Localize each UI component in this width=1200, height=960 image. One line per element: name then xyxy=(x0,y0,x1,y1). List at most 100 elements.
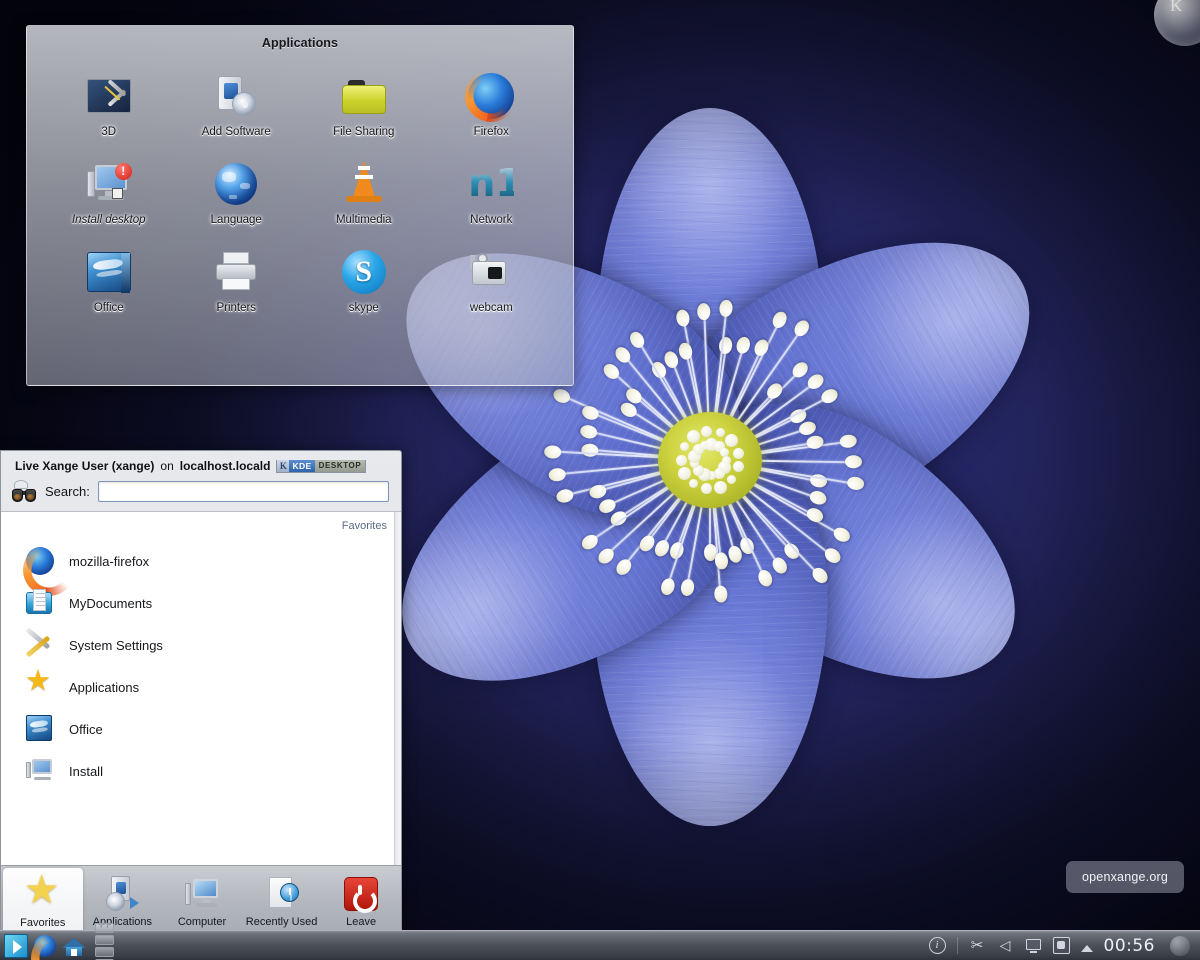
folderview-title: Applications xyxy=(27,26,573,50)
taskbar: i ✂ ◁ 00:56 xyxy=(0,930,1200,960)
folderview-applications[interactable]: Applications 3D Add Software File Sharing F… xyxy=(26,25,574,386)
favorites-item[interactable]: Install xyxy=(1,750,401,792)
display-icon[interactable] xyxy=(1025,937,1042,954)
folderview-item[interactable]: n1 Network xyxy=(428,160,556,226)
folderview-item-label: Add Software xyxy=(202,126,271,138)
install-desktop-icon: ! xyxy=(85,160,133,208)
folderview-item-label: Printers xyxy=(216,302,256,314)
firefox-icon xyxy=(467,72,515,120)
applications-icon xyxy=(103,875,141,913)
favorites-item-label: MyDocuments xyxy=(69,596,152,611)
pager-desktop[interactable] xyxy=(95,923,114,933)
system-tray: i ✂ ◁ 00:56 xyxy=(929,936,1200,956)
kickoff-tab-leave[interactable]: Leave xyxy=(321,866,401,937)
folderview-item-label: Network xyxy=(470,214,512,226)
globe-icon xyxy=(212,160,260,208)
desktop-pager[interactable] xyxy=(91,923,133,960)
volume-speaker-icon[interactable]: ◁ xyxy=(997,937,1014,954)
pager-desktop[interactable] xyxy=(95,935,114,945)
folderview-item[interactable]: Multimedia xyxy=(300,160,428,226)
scrollbar[interactable] xyxy=(394,512,401,865)
kickoff-username: Live Xange User (xange) xyxy=(15,459,154,473)
folderview-item[interactable]: File Sharing xyxy=(300,72,428,138)
folderview-item[interactable]: Language xyxy=(173,160,301,226)
show-hidden-arrow-icon[interactable] xyxy=(1081,945,1093,952)
skype-icon: S xyxy=(340,248,388,296)
kickoff-tab-label: Recently Used xyxy=(246,916,318,928)
folderview-item-label: 3D xyxy=(101,126,116,138)
folderview-item-label: Multimedia xyxy=(336,214,392,226)
folderview-item-label: webcam xyxy=(470,302,513,314)
power-icon xyxy=(342,875,380,913)
favorites-item-label: Applications xyxy=(69,680,139,695)
office-icon xyxy=(25,714,55,744)
favorites-item-label: Office xyxy=(69,722,103,737)
breadcrumb: Favorites xyxy=(1,512,401,536)
klipper-scissors-icon[interactable]: ✂ xyxy=(969,937,986,954)
kde-badge-desktop: DESKTOP xyxy=(315,460,366,472)
kickoff-tab-recently-used[interactable]: Recently Used xyxy=(242,866,322,937)
network-icon: n1 xyxy=(467,160,515,208)
openxange-badge-label: openxange.org xyxy=(1082,870,1168,884)
favorites-item-label: System Settings xyxy=(69,638,163,653)
search-label: Search: xyxy=(45,484,90,499)
binoculars-icon xyxy=(11,480,37,502)
favorites-item[interactable]: mozilla-firefox xyxy=(1,540,401,582)
kickoff-hostname: localhost.locald xyxy=(180,459,271,473)
star-icon xyxy=(25,672,55,702)
folderview-item-label: Firefox xyxy=(474,126,509,138)
install-icon xyxy=(25,756,55,786)
kickoff-header: Live Xange User (xange) on localhost.loc… xyxy=(1,451,401,477)
kickoff-body: Favorites mozilla-firefox MyDocuments Syst… xyxy=(1,512,401,865)
folderview-item[interactable]: Printers xyxy=(173,248,301,314)
kde-logo-icon: K xyxy=(277,460,289,472)
folderview-item-label: File Sharing xyxy=(333,126,394,138)
favorites-item[interactable]: Office xyxy=(1,708,401,750)
folderview-item-label: Language xyxy=(211,214,262,226)
folderview-item[interactable]: Sskype xyxy=(300,248,428,314)
favorites-item-label: mozilla-firefox xyxy=(69,554,149,569)
3d-settings-icon xyxy=(85,72,133,120)
vlc-cone-icon xyxy=(340,160,388,208)
device-notifier-icon[interactable] xyxy=(1053,937,1070,954)
computer-icon xyxy=(183,875,221,913)
favorites-item[interactable]: Applications xyxy=(1,666,401,708)
kickoff-tab-label: Leave xyxy=(346,916,376,928)
tools-icon xyxy=(25,630,55,660)
folderview-grid: 3D Add Software File Sharing Firefox! Instal… xyxy=(27,50,573,314)
firefox-launcher-icon[interactable] xyxy=(34,935,56,957)
panel-toolbox-icon[interactable] xyxy=(1170,936,1190,956)
folderview-item[interactable]: Firefox xyxy=(428,72,556,138)
folderview-item-label: Install desktop xyxy=(72,214,146,226)
kde-badge-kde: KDE xyxy=(289,460,314,472)
favorites-item-label: Install xyxy=(69,764,103,779)
folderview-item-label: Office xyxy=(94,302,124,314)
folderview-item-label: skype xyxy=(349,302,379,314)
openxange-badge: openxange.org xyxy=(1066,861,1184,893)
kde-desktop-badge: K KDE DESKTOP xyxy=(276,460,366,473)
folderview-item[interactable]: 3D xyxy=(45,72,173,138)
info-icon[interactable]: i xyxy=(929,937,946,954)
office-icon xyxy=(85,248,133,296)
folderview-item[interactable]: Office xyxy=(45,248,173,314)
favorites-item[interactable]: System Settings xyxy=(1,624,401,666)
clock[interactable]: 00:56 xyxy=(1104,936,1160,956)
star-icon xyxy=(24,876,62,914)
folderview-item[interactable]: Add Software xyxy=(173,72,301,138)
folderview-item[interactable]: ! Install desktop xyxy=(45,160,173,226)
kickoff-menu[interactable]: Live Xange User (xange) on localhost.loc… xyxy=(0,450,402,938)
home-folder-icon[interactable] xyxy=(62,934,86,958)
firefox-icon xyxy=(25,546,55,576)
clock-page-icon xyxy=(263,875,301,913)
taskbar-launchers xyxy=(0,923,133,960)
add-software-icon xyxy=(212,72,260,120)
kickoff-on-word: on xyxy=(160,459,173,473)
search-input[interactable] xyxy=(98,481,389,502)
toolbox-glyph: K xyxy=(1170,0,1182,16)
folder-icon xyxy=(340,72,388,120)
folderview-item[interactable]: webcam xyxy=(428,248,556,314)
kickoff-tab-computer[interactable]: Computer xyxy=(162,866,242,937)
kickoff-launcher-icon[interactable] xyxy=(4,934,28,958)
favorites-list: mozilla-firefox MyDocuments System Setting… xyxy=(1,536,401,792)
pager-desktop[interactable] xyxy=(95,947,114,957)
